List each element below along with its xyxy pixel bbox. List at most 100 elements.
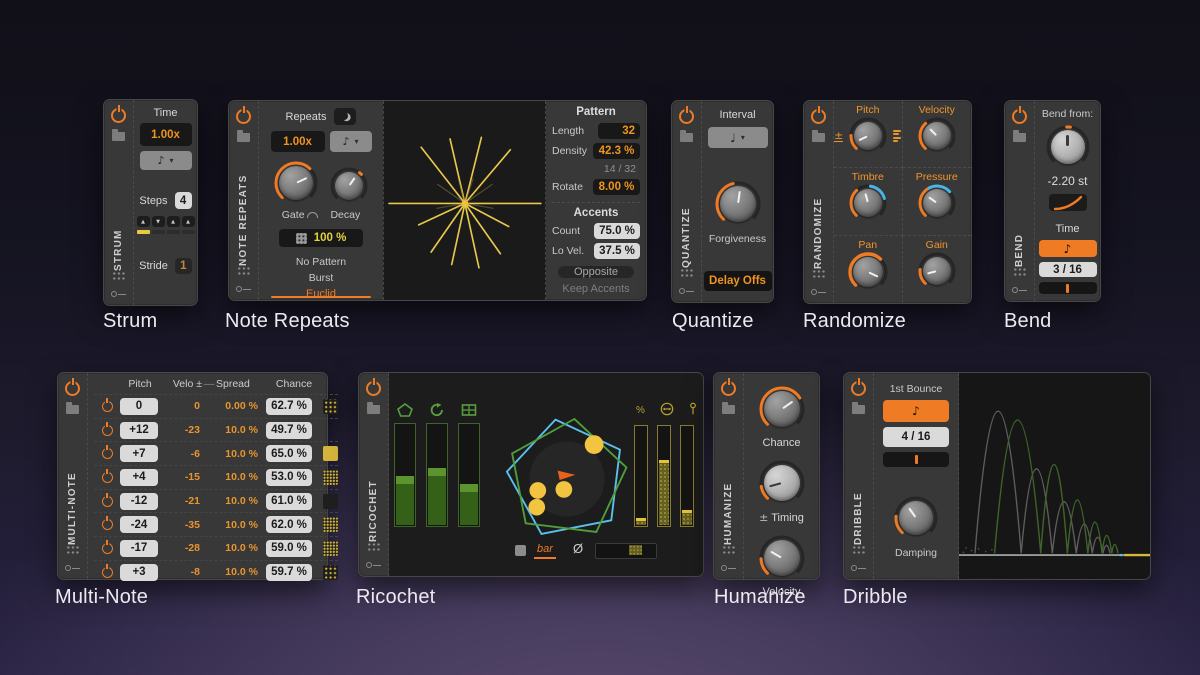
preset-folder-icon[interactable] xyxy=(722,402,735,414)
power-icon[interactable] xyxy=(236,106,251,124)
remote-controls-icon[interactable] xyxy=(112,271,125,281)
output-routing-icon[interactable] xyxy=(851,563,866,571)
power-icon[interactable] xyxy=(366,378,381,396)
output-routing-icon[interactable] xyxy=(811,287,826,295)
spread-value[interactable]: 10.0 % xyxy=(200,471,258,483)
chance-fader[interactable] xyxy=(634,425,648,527)
preset-folder-icon[interactable] xyxy=(237,130,250,142)
remote-controls-icon[interactable] xyxy=(852,545,865,555)
step-slot[interactable] xyxy=(166,230,180,234)
pressure-knob[interactable] xyxy=(917,183,957,223)
note-pattern-chip[interactable] xyxy=(323,493,338,509)
remote-controls-icon[interactable] xyxy=(237,266,250,276)
remote-controls-icon[interactable] xyxy=(367,542,380,552)
mode-no-pattern[interactable]: No Pattern xyxy=(296,256,346,268)
swing-moon-button[interactable] xyxy=(334,108,357,125)
note-pattern-chip[interactable] xyxy=(323,469,338,485)
count-value-box[interactable]: 75.0 % xyxy=(594,223,640,239)
velo-value[interactable]: -35 xyxy=(158,519,200,531)
pitch-box[interactable]: +12 xyxy=(120,421,158,439)
output-routing-icon[interactable] xyxy=(721,563,736,571)
distribution-icon[interactable] xyxy=(893,130,902,142)
velo-value[interactable]: 0 xyxy=(158,400,200,412)
density-value-box[interactable]: 42.3 % xyxy=(593,143,640,159)
chance-box[interactable]: 61.0 % xyxy=(266,492,312,510)
step-slot[interactable] xyxy=(181,230,195,234)
timing-knob[interactable] xyxy=(758,459,806,507)
power-icon[interactable] xyxy=(1012,106,1027,124)
velocity-knob[interactable] xyxy=(758,534,806,582)
output-routing-icon[interactable] xyxy=(111,289,126,297)
pan-knob[interactable] xyxy=(847,251,889,293)
note-power-icon[interactable] xyxy=(101,421,113,436)
bounce-sync-button[interactable]: ♪ xyxy=(883,400,949,422)
power-icon[interactable] xyxy=(811,106,826,124)
pitch-box[interactable]: -24 xyxy=(120,516,158,534)
sync-mode-label[interactable]: bar xyxy=(534,543,556,559)
velo-value[interactable]: -6 xyxy=(158,448,200,460)
ricochet-arena[interactable] xyxy=(494,406,640,552)
bend-amount-knob[interactable] xyxy=(1045,124,1091,170)
pitch-box[interactable]: +3 xyxy=(120,563,158,581)
mode-euclid-selected[interactable]: Euclid xyxy=(306,288,336,300)
spread-value[interactable]: 10.0 % xyxy=(200,519,258,531)
output-routing-icon[interactable] xyxy=(366,560,381,568)
time-division-box[interactable]: 3 / 16 xyxy=(1038,262,1097,278)
power-icon[interactable] xyxy=(721,378,736,396)
preset-folder-icon[interactable] xyxy=(812,130,825,142)
shape-pentagon-icon[interactable] xyxy=(397,403,413,417)
step-button-4[interactable]: ▲ xyxy=(181,216,195,227)
power-icon[interactable] xyxy=(851,378,866,396)
note-pattern-chip[interactable] xyxy=(323,398,338,414)
chance-knob[interactable] xyxy=(758,385,806,433)
output-routing-icon[interactable] xyxy=(65,563,80,571)
timbre-knob[interactable] xyxy=(848,183,888,223)
bounce-division-box[interactable]: 4 / 16 xyxy=(883,427,949,447)
note-power-icon[interactable] xyxy=(101,516,113,531)
length-value-box[interactable]: 32 xyxy=(598,123,640,139)
spread-value[interactable]: 10.0 % xyxy=(200,448,258,460)
gain-knob[interactable] xyxy=(917,251,957,291)
grid-slider[interactable] xyxy=(458,423,480,527)
step-button-2[interactable]: ▼ xyxy=(151,216,165,227)
note-pattern-chip[interactable] xyxy=(323,540,338,556)
output-routing-icon[interactable] xyxy=(679,286,694,294)
velo-value[interactable]: -21 xyxy=(158,495,200,507)
rate-dropdown[interactable]: ♪ ▾ xyxy=(329,131,372,152)
pitch-box[interactable]: -12 xyxy=(120,492,158,510)
spread-value[interactable]: 10.0 % xyxy=(200,566,258,578)
gate-knob[interactable] xyxy=(273,160,319,206)
opposite-button[interactable]: Opposite xyxy=(558,266,634,278)
rate-value-box[interactable]: 1.00x xyxy=(270,131,325,152)
preset-folder-icon[interactable] xyxy=(1013,130,1026,142)
preset-folder-icon[interactable] xyxy=(680,130,693,142)
chance-box[interactable]: 49.7 % xyxy=(266,421,312,439)
spread-circle-icon[interactable] xyxy=(659,402,675,416)
note-power-icon[interactable] xyxy=(101,445,113,460)
chance-box[interactable]: 59.0 % xyxy=(266,539,312,557)
note-power-icon[interactable] xyxy=(101,492,113,507)
power-icon[interactable] xyxy=(65,378,80,396)
decay-knob[interactable] xyxy=(329,166,369,206)
keep-accents-option[interactable]: Keep Accents xyxy=(552,283,640,295)
spread-value[interactable]: 10.0 % xyxy=(200,424,258,436)
interval-dropdown[interactable]: ♩ ▾ xyxy=(707,127,768,148)
step-button-3[interactable]: ▲ xyxy=(166,216,180,227)
power-icon[interactable] xyxy=(679,106,694,124)
chance-box[interactable]: 65.0 % xyxy=(266,445,312,463)
note-pattern-chip[interactable] xyxy=(323,446,338,462)
chance-percent-icon[interactable]: % xyxy=(636,405,645,416)
stride-value-box[interactable]: 1 xyxy=(174,258,192,274)
preset-folder-icon[interactable] xyxy=(367,402,380,414)
mode-burst[interactable]: Burst xyxy=(309,272,334,284)
rotation-slider[interactable] xyxy=(426,423,448,527)
output-routing-icon[interactable] xyxy=(1012,285,1027,293)
spread-value[interactable]: 0.00 % xyxy=(200,400,258,412)
pitch-knob[interactable] xyxy=(848,116,888,156)
pitch-box[interactable]: 0 xyxy=(120,397,158,415)
power-icon[interactable] xyxy=(111,105,126,123)
step-button-1[interactable]: ▲ xyxy=(136,216,150,227)
note-power-icon[interactable] xyxy=(101,468,113,483)
step-slot-active[interactable] xyxy=(136,230,150,234)
time-base-dropdown[interactable]: ♪ ▾ xyxy=(139,151,192,170)
